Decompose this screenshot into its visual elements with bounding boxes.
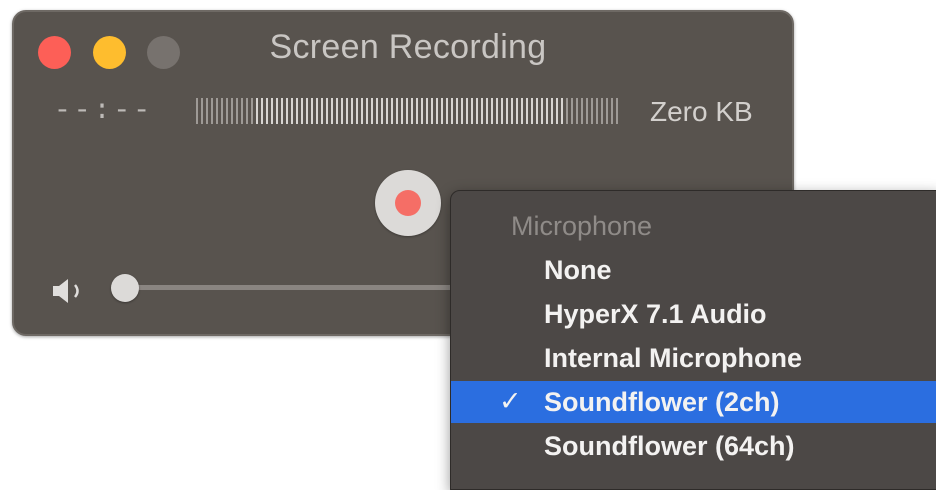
window-title: Screen Recording bbox=[269, 28, 547, 66]
menu-item-none[interactable]: None bbox=[451, 249, 936, 291]
speaker-icon bbox=[53, 279, 79, 303]
menu-item-label: Internal Microphone bbox=[544, 343, 803, 373]
file-size: Zero KB bbox=[650, 96, 753, 127]
menu-item-soundflower-2ch[interactable]: ✓ Soundflower (2ch) bbox=[451, 381, 936, 423]
record-button[interactable] bbox=[375, 170, 441, 236]
menu-header-microphone: Microphone bbox=[511, 211, 653, 241]
elapsed-time: --:-- bbox=[54, 96, 154, 127]
menu-item-label: None bbox=[544, 255, 612, 285]
menu-item-label: HyperX 7.1 Audio bbox=[544, 299, 767, 329]
audio-level-meter bbox=[196, 98, 618, 124]
record-icon bbox=[395, 190, 421, 216]
microphone-menu: Microphone None HyperX 7.1 Audio Interna… bbox=[450, 190, 936, 490]
menu-item-label: Soundflower (64ch) bbox=[544, 431, 795, 461]
checkmark-icon: ✓ bbox=[499, 386, 522, 416]
menu-item-internal-microphone[interactable]: Internal Microphone bbox=[451, 337, 936, 379]
menu-item-hyperx[interactable]: HyperX 7.1 Audio bbox=[451, 293, 936, 335]
menu-item-soundflower-64ch[interactable]: Soundflower (64ch) bbox=[451, 425, 936, 467]
volume-slider-knob[interactable] bbox=[111, 274, 139, 302]
menu-item-label: Soundflower (2ch) bbox=[544, 387, 780, 417]
